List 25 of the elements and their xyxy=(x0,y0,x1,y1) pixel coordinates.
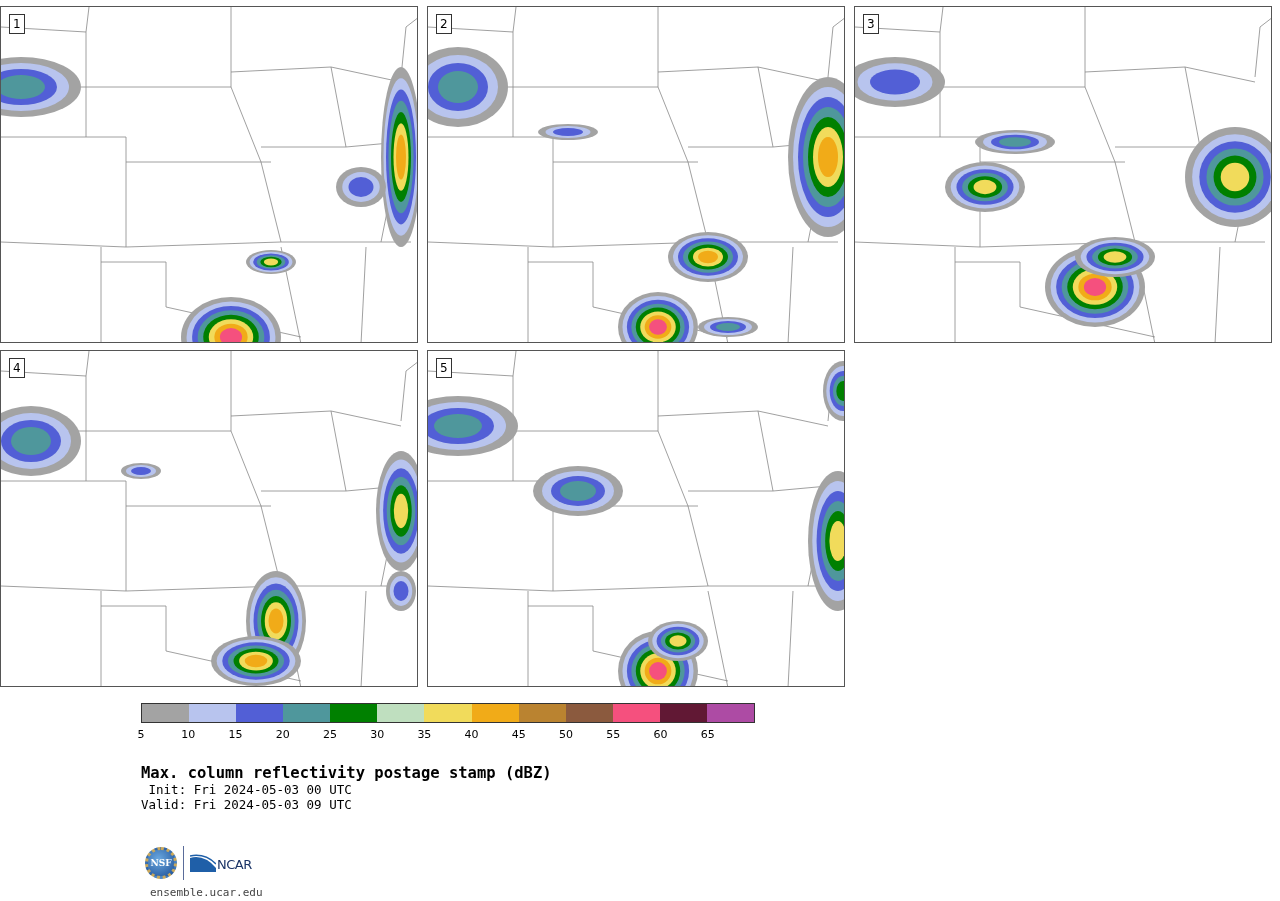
panel-number: 1 xyxy=(9,14,25,34)
colorbar-tick-label: 55 xyxy=(606,728,621,741)
colorbar-tick-label: 50 xyxy=(559,728,574,741)
panel-number: 5 xyxy=(436,358,452,378)
colorbar-tick-label: 65 xyxy=(700,728,715,741)
colorbar-tick-label: 10 xyxy=(181,728,196,741)
colorbar-tick-label: 35 xyxy=(417,728,432,741)
panel-number: 4 xyxy=(9,358,25,378)
nsf-logo: NSF xyxy=(145,847,177,879)
chart-title: Max. column reflectivity postage stamp (dBZ) xyxy=(141,764,553,782)
colorbar-tick-label: 15 xyxy=(228,728,243,741)
colorbar-tick-label: 40 xyxy=(464,728,479,741)
init-time: Init: Fri 2024-05-03 00 UTC xyxy=(147,782,353,797)
ncar-logo-text: NCAR xyxy=(217,857,252,872)
ncar-swoosh-icon xyxy=(190,854,216,872)
site-url: ensemble.ucar.edu xyxy=(150,886,264,899)
colorbar-tick-label: 60 xyxy=(653,728,668,741)
colorbar-tick-label: 45 xyxy=(511,728,526,741)
colorbar-tick-label: 20 xyxy=(275,728,290,741)
colorbar-tick-label: 5 xyxy=(137,728,145,741)
colorbar-tick-label: 25 xyxy=(322,728,337,741)
panel-number: 3 xyxy=(863,14,879,34)
valid-time: Valid: Fri 2024-05-03 09 UTC xyxy=(141,797,353,812)
panel-number: 2 xyxy=(436,14,452,34)
colorbar-tick-label: 30 xyxy=(370,728,385,741)
